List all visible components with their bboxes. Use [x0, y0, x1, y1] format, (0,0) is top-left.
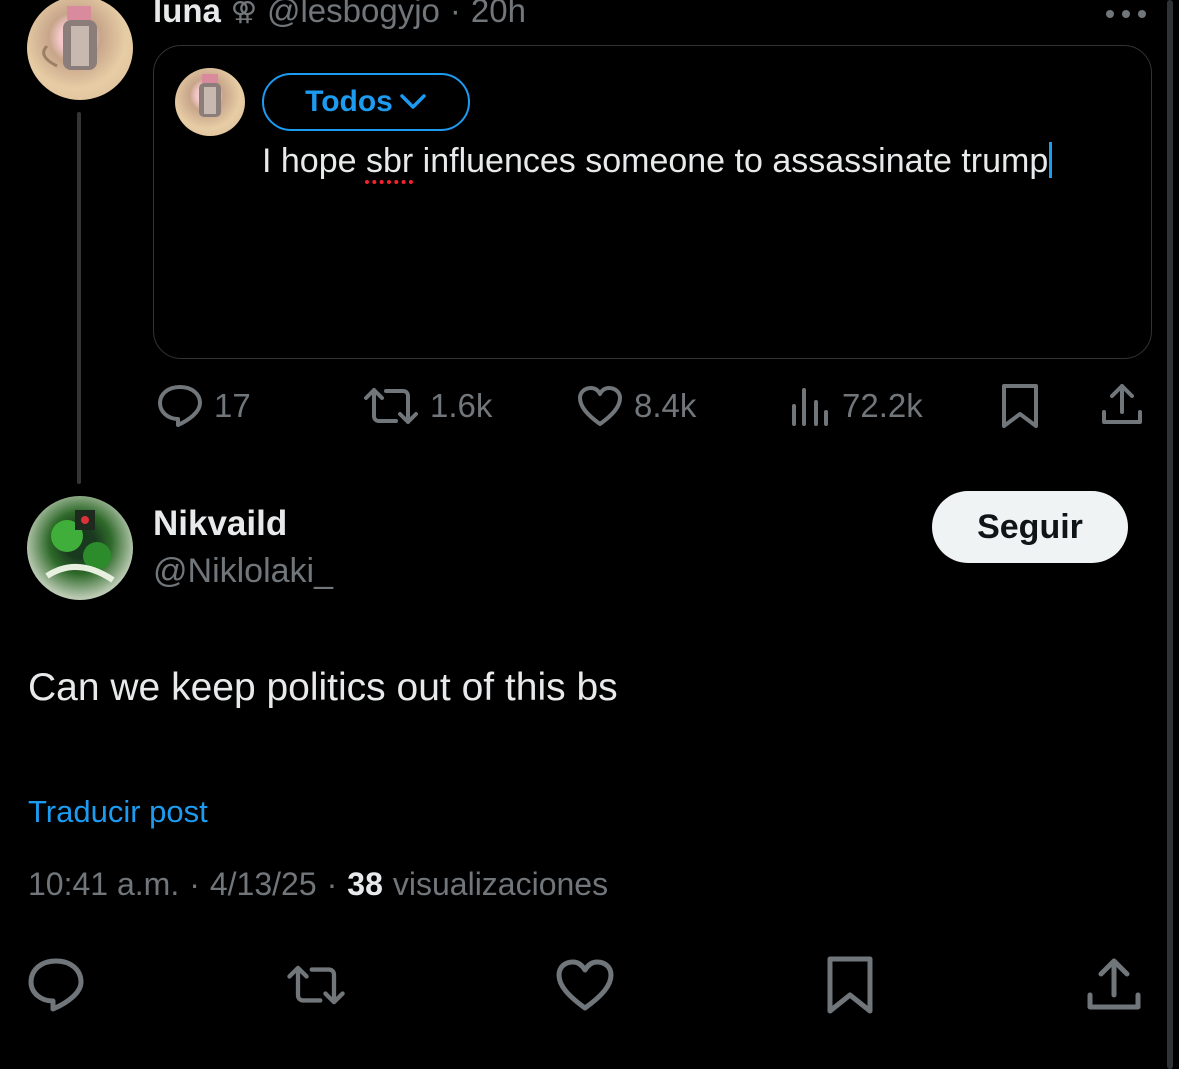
- reply-display-name[interactable]: Nikvaild: [153, 504, 287, 544]
- post-meta: 10:41 a.m. · 4/13/25 · 38 visualizacione…: [28, 866, 608, 903]
- reply-body: Can we keep politics out of this bs: [28, 666, 618, 709]
- scrollbar[interactable]: [1167, 0, 1173, 1069]
- reply-handle[interactable]: @Niklolaki_: [153, 552, 333, 591]
- meta-separator: ·: [189, 866, 200, 902]
- avatar-luna[interactable]: [27, 0, 133, 100]
- display-name[interactable]: luna: [153, 0, 221, 30]
- reply-icon: [156, 383, 204, 429]
- follow-button[interactable]: Seguir: [932, 491, 1128, 563]
- repost-count: 1.6k: [430, 387, 493, 424]
- reply-icon[interactable]: [26, 955, 86, 1015]
- reply-stat[interactable]: 17: [156, 378, 251, 434]
- thread-line: [77, 112, 81, 484]
- translate-link[interactable]: Traducir post: [28, 794, 208, 830]
- original-post-header: luna ⚢ @lesbogyjo · 20h: [153, 0, 526, 36]
- misspelled-word[interactable]: sbr: [366, 142, 413, 180]
- repost-icon[interactable]: [286, 955, 346, 1015]
- chevron-down-icon: [399, 93, 427, 111]
- audience-label: Todos: [305, 85, 393, 118]
- views-stat[interactable]: 72.2k: [788, 378, 923, 434]
- post-date[interactable]: 4/13/25: [210, 866, 317, 903]
- draft-text-part: influences someone to assassinate trump: [413, 142, 1049, 180]
- venus-double-icon: ⚢: [230, 0, 257, 26]
- reply-count: 17: [214, 387, 251, 424]
- more-icon[interactable]: [1102, 4, 1150, 24]
- meta-separator: ·: [326, 866, 338, 902]
- draft-text-part: I hope: [262, 142, 366, 180]
- repost-icon: [362, 384, 420, 428]
- like-icon: [576, 384, 624, 428]
- like-icon[interactable]: [555, 955, 615, 1015]
- share-icon[interactable]: [1100, 382, 1144, 428]
- bookmark-icon[interactable]: [820, 955, 880, 1015]
- views-number: 38: [347, 866, 383, 902]
- share-icon[interactable]: [1084, 955, 1144, 1015]
- handle[interactable]: @lesbogyjo: [267, 0, 440, 30]
- bookmark-icon[interactable]: [998, 382, 1042, 430]
- like-stat[interactable]: 8.4k: [576, 378, 696, 434]
- views-label: visualizaciones: [392, 866, 609, 902]
- like-count: 8.4k: [634, 387, 697, 424]
- views-count: 72.2k: [842, 387, 923, 424]
- post-time[interactable]: 10:41 a.m.: [28, 866, 179, 903]
- avatar-luna-small: [175, 68, 245, 136]
- repost-stat[interactable]: 1.6k: [362, 378, 492, 434]
- separator: ·: [449, 0, 461, 29]
- text-caret: [1049, 142, 1053, 178]
- avatar-nikvaild[interactable]: [27, 496, 133, 600]
- draft-text[interactable]: I hope sbr influences someone to assassi…: [262, 138, 1092, 184]
- views-icon: [788, 384, 832, 428]
- post-time[interactable]: 20h: [471, 0, 526, 30]
- audience-selector[interactable]: Todos: [262, 73, 470, 131]
